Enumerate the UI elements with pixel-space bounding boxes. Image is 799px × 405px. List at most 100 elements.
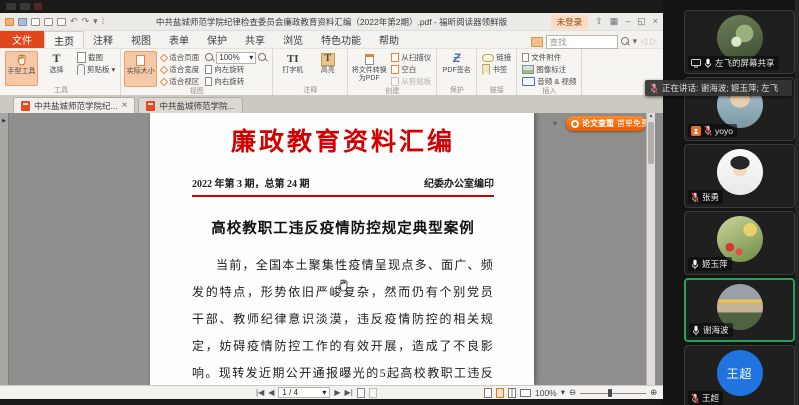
- print-icon[interactable]: [31, 18, 40, 26]
- scrollbar-thumb[interactable]: [648, 122, 654, 164]
- participant-label: 左飞的屏幕共享: [688, 56, 779, 70]
- fit-visible-button[interactable]: 适合视区: [159, 76, 201, 87]
- tab-features[interactable]: 特色功能: [312, 31, 370, 48]
- pdf-sign-button[interactable]: Ƶ PDF签名: [440, 51, 473, 86]
- bookmark-button[interactable]: 书签: [480, 64, 513, 75]
- tab-comment[interactable]: 注释: [84, 31, 122, 48]
- page-number-input[interactable]: 1 / 4 ▾: [278, 387, 330, 398]
- next-view-icon[interactable]: [369, 388, 377, 398]
- file-attachment-button[interactable]: 文件附件: [520, 52, 578, 63]
- fit-width-view-icon[interactable]: [520, 389, 531, 397]
- participant-tile-screenshare[interactable]: 左飞的屏幕共享: [684, 10, 795, 74]
- restore-icon[interactable]: ◱: [637, 17, 646, 26]
- participant-tile[interactable]: 王超 王超: [684, 345, 795, 405]
- speaking-toast: 正在讲话: 谢海波; 姬玉萍; 左飞: [645, 80, 792, 96]
- snapshot-icon[interactable]: [57, 18, 66, 26]
- scanner-icon: [391, 53, 399, 62]
- minimize-icon[interactable]: –: [625, 17, 630, 26]
- audio-video-label: 音频 & 视频: [537, 76, 576, 87]
- rotate-right-button[interactable]: 向右旋转: [203, 76, 269, 87]
- apps-grid-icon[interactable]: ▦: [610, 17, 619, 26]
- chevron-down-icon[interactable]: ▾: [553, 119, 557, 128]
- next-page-icon[interactable]: ▶: [334, 388, 340, 397]
- pdf-sign-icon: Ƶ: [453, 52, 460, 66]
- floating-tool-icon[interactable]: [6, 3, 16, 10]
- tab-share[interactable]: 共享: [236, 31, 274, 48]
- share-icon[interactable]: ⇧: [595, 17, 603, 26]
- typewriter-button[interactable]: TI 打字机: [276, 51, 309, 86]
- audio-video-button[interactable]: 音频 & 视频: [520, 76, 578, 87]
- plagiarism-check-ad-button[interactable]: 论文查重 首单免费: [566, 116, 646, 131]
- zoom-slider[interactable]: [580, 388, 646, 398]
- clipboard-button[interactable]: 剪贴板 ▾: [75, 64, 117, 75]
- single-page-view-icon[interactable]: [484, 388, 492, 398]
- open-file-icon[interactable]: [5, 18, 14, 26]
- navigation-pane-strip[interactable]: ▶: [0, 113, 9, 385]
- search-input[interactable]: 查找: [546, 35, 618, 49]
- more-commands-icon[interactable]: ⁞: [102, 17, 105, 26]
- image-annotation-button[interactable]: 图像标注: [520, 64, 578, 75]
- save-icon[interactable]: [18, 18, 27, 26]
- first-page-icon[interactable]: |◀: [256, 388, 264, 397]
- fit-width-button[interactable]: 适合宽度: [159, 64, 201, 75]
- blank-page-button[interactable]: 空白: [389, 64, 433, 75]
- convert-to-pdf-button[interactable]: 将文件转换为PDF: [351, 51, 387, 87]
- previous-page-icon[interactable]: ◀: [268, 388, 274, 397]
- tab-view[interactable]: 视图: [122, 31, 160, 48]
- brush-icon[interactable]: ▾: [93, 17, 98, 26]
- select-tool-button[interactable]: T 选择: [40, 51, 73, 86]
- from-clipboard-button[interactable]: 从剪贴板: [389, 76, 433, 87]
- tab-file[interactable]: 文件: [0, 31, 44, 48]
- zoom-slider-thumb[interactable]: [608, 389, 612, 397]
- previous-view-icon[interactable]: [357, 388, 365, 398]
- rotate-left-button[interactable]: 向左旋转: [203, 64, 269, 75]
- record-icon[interactable]: [34, 3, 42, 10]
- zoom-out-icon[interactable]: [205, 53, 214, 62]
- search-options-icon[interactable]: ▾: [633, 36, 638, 47]
- close-icon[interactable]: ×: [653, 17, 658, 26]
- fit-page-button[interactable]: 适合页面: [159, 52, 201, 63]
- tab-browse[interactable]: 浏览: [274, 31, 312, 48]
- snapshot-button[interactable]: 截图: [75, 52, 117, 63]
- find-previous-icon[interactable]: ◁: [640, 36, 647, 47]
- continuous-view-icon[interactable]: [496, 388, 504, 398]
- redo-icon[interactable]: ↷: [82, 17, 90, 26]
- participant-tile[interactable]: 姬玉萍: [684, 211, 795, 275]
- from-scanner-button[interactable]: 从扫描仪: [389, 52, 433, 63]
- tab-home[interactable]: 主页: [44, 31, 84, 48]
- group-label-create: 创建: [351, 87, 433, 96]
- login-status-badge[interactable]: 未登录: [551, 15, 589, 29]
- ribbon-group-insert: 文件附件 图像标注 音频 & 视频 插入: [517, 49, 582, 95]
- participant-tile-speaking[interactable]: 谢海波: [684, 278, 795, 342]
- zoom-select[interactable]: 100% ▾: [216, 52, 256, 64]
- vertical-scrollbar[interactable]: ▲: [646, 113, 655, 385]
- highlight-button[interactable]: T 高亮: [311, 51, 344, 86]
- tab-protect[interactable]: 保护: [198, 31, 236, 48]
- chevron-down-icon[interactable]: ▾: [561, 387, 565, 398]
- search-folder-icon[interactable]: [531, 37, 543, 47]
- zoom-percentage[interactable]: 100%: [535, 388, 557, 398]
- zoom-out-icon[interactable]: ⊖: [569, 387, 576, 398]
- scroll-up-icon[interactable]: ▲: [649, 113, 654, 119]
- audio-video-icon: [522, 77, 535, 86]
- tab-form[interactable]: 表单: [160, 31, 198, 48]
- search-icon[interactable]: [621, 37, 630, 46]
- document-tab[interactable]: 中共盐城师范学院...: [138, 97, 242, 113]
- find-next-icon[interactable]: ▷: [650, 36, 657, 47]
- email-icon[interactable]: [44, 18, 53, 26]
- zoom-in-icon[interactable]: [258, 53, 267, 62]
- link-button[interactable]: 链接: [480, 52, 513, 63]
- participant-name: 左飞的屏幕共享: [715, 57, 775, 69]
- actual-size-button[interactable]: 实际大小: [124, 51, 157, 87]
- zoom-in-icon[interactable]: ⊕: [650, 387, 657, 398]
- document-tab-active[interactable]: 中共盐城师范学院纪... ×: [13, 97, 135, 113]
- undo-icon[interactable]: ↶: [70, 17, 78, 26]
- expand-panel-icon[interactable]: ▶: [2, 118, 6, 124]
- last-page-icon[interactable]: ▶|: [345, 388, 353, 397]
- hand-tool-button[interactable]: 手型工具: [5, 51, 38, 86]
- floating-tool-icon[interactable]: [20, 3, 30, 10]
- participant-tile[interactable]: 张勇: [684, 144, 795, 208]
- tab-help[interactable]: 帮助: [370, 31, 408, 48]
- facing-view-icon[interactable]: [508, 388, 516, 398]
- close-tab-icon[interactable]: ×: [122, 101, 128, 111]
